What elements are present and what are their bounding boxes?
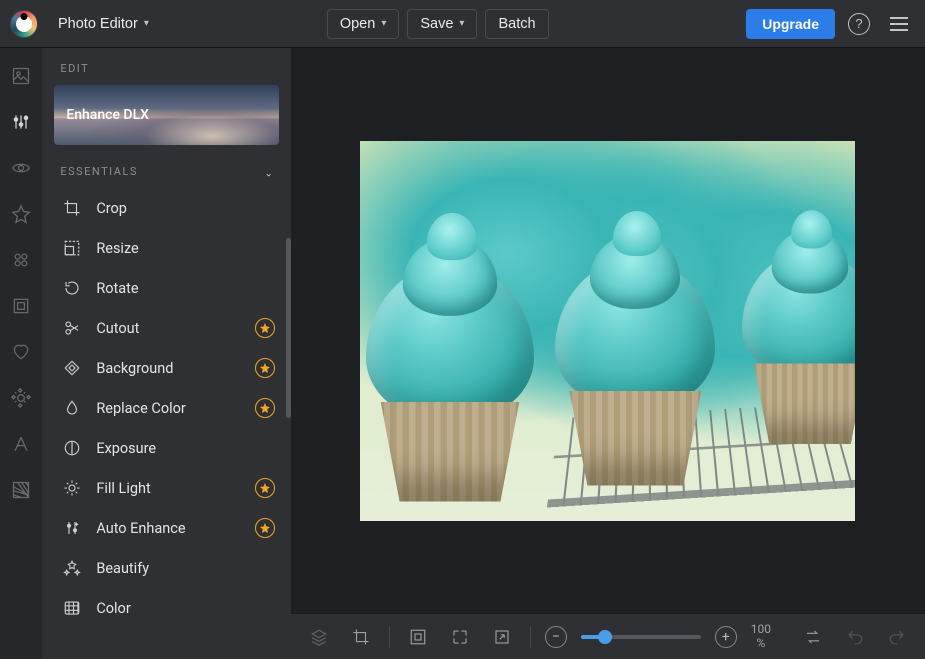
app-logo-icon[interactable] bbox=[10, 10, 38, 38]
rail-graphics-icon[interactable] bbox=[9, 340, 33, 364]
tool-rail bbox=[0, 48, 42, 659]
chevron-down-icon: ▾ bbox=[144, 18, 149, 29]
drop-icon bbox=[62, 398, 82, 418]
rail-text-icon[interactable] bbox=[9, 432, 33, 456]
essentials-tool-list: Crop Resize Rotate Cutout Background Replace … bbox=[42, 186, 290, 630]
help-icon: ? bbox=[848, 13, 870, 35]
tool-exposure[interactable]: Exposure bbox=[48, 428, 284, 468]
expand-icon[interactable] bbox=[488, 623, 516, 651]
zoom-in-button[interactable]: + bbox=[715, 626, 737, 648]
top-bar: Photo Editor ▾ Open ▾ Save ▾ Batch Upgra… bbox=[0, 0, 925, 48]
pro-badge-icon bbox=[255, 398, 275, 418]
batch-label: Batch bbox=[498, 16, 535, 32]
zoom-out-button[interactable]: − bbox=[545, 626, 567, 648]
tool-crop[interactable]: Crop bbox=[48, 188, 284, 228]
upgrade-button[interactable]: Upgrade bbox=[746, 9, 835, 39]
tool-label: Rotate bbox=[96, 280, 138, 297]
zoom-slider[interactable] bbox=[581, 635, 701, 639]
canvas-viewport[interactable] bbox=[291, 48, 925, 613]
background-icon bbox=[62, 358, 82, 378]
beautify-icon bbox=[62, 558, 82, 578]
app-switcher-label: Photo Editor bbox=[58, 16, 138, 32]
resize-icon bbox=[62, 238, 82, 258]
zoom-level-button[interactable]: 100 % bbox=[751, 623, 771, 649]
tool-label: Beautify bbox=[96, 560, 149, 577]
redo-icon[interactable] bbox=[883, 623, 911, 651]
zoom-suffix: % bbox=[756, 637, 765, 650]
upgrade-label: Upgrade bbox=[762, 16, 819, 32]
crop-icon bbox=[62, 198, 82, 218]
tool-label: Background bbox=[96, 360, 173, 377]
save-label: Save bbox=[420, 16, 453, 32]
tool-background[interactable]: Background bbox=[48, 348, 284, 388]
pro-badge-icon bbox=[255, 318, 275, 338]
tool-fill-light[interactable]: Fill Light bbox=[48, 468, 284, 508]
rail-textures-icon[interactable] bbox=[9, 478, 33, 502]
divider bbox=[389, 626, 390, 648]
cutout-icon bbox=[62, 318, 82, 338]
enhance-card-label: Enhance DLX bbox=[66, 107, 149, 123]
fit-screen-icon[interactable] bbox=[404, 623, 432, 651]
rail-image-icon[interactable] bbox=[9, 64, 33, 88]
pro-badge-icon bbox=[255, 518, 275, 538]
exposure-icon bbox=[62, 438, 82, 458]
filllight-icon bbox=[62, 478, 82, 498]
color-icon bbox=[62, 598, 82, 618]
enhance-dlx-card[interactable]: Enhance DLX bbox=[54, 85, 278, 145]
help-button[interactable]: ? bbox=[843, 8, 875, 40]
tool-label: Fill Light bbox=[96, 480, 150, 497]
tool-replace-color[interactable]: Replace Color bbox=[48, 388, 284, 428]
open-label: Open bbox=[340, 16, 375, 32]
tool-auto-enhance[interactable]: Auto Enhance bbox=[48, 508, 284, 548]
rotate-icon bbox=[62, 278, 82, 298]
autoenhance-icon bbox=[62, 518, 82, 538]
zoom-slider-thumb[interactable] bbox=[598, 630, 612, 644]
bottom-toolbar: − + 100 % bbox=[291, 613, 925, 659]
panel-title: EDIT bbox=[42, 48, 290, 85]
tool-color[interactable]: Color bbox=[48, 588, 284, 628]
menu-button[interactable] bbox=[883, 8, 915, 40]
tool-label: Color bbox=[96, 600, 130, 617]
rail-artsy-icon[interactable] bbox=[9, 248, 33, 272]
actual-size-icon[interactable] bbox=[446, 623, 474, 651]
rail-overlays-icon[interactable] bbox=[9, 386, 33, 410]
tool-label: Cutout bbox=[96, 320, 139, 337]
undo-icon[interactable] bbox=[841, 623, 869, 651]
canvas-area: − + 100 % bbox=[291, 48, 925, 659]
hamburger-icon bbox=[890, 17, 908, 31]
chevron-down-icon: ▾ bbox=[381, 18, 386, 29]
rail-star-icon[interactable] bbox=[9, 202, 33, 226]
pro-badge-icon bbox=[255, 358, 275, 378]
save-button[interactable]: Save ▾ bbox=[407, 9, 477, 39]
zoom-value: 100 bbox=[751, 623, 771, 636]
divider bbox=[530, 626, 531, 648]
tool-label: Auto Enhance bbox=[96, 520, 185, 537]
app-switcher-dropdown[interactable]: Photo Editor ▾ bbox=[46, 10, 161, 38]
section-title: ESSENTIALS bbox=[60, 165, 138, 178]
tool-cutout[interactable]: Cutout bbox=[48, 308, 284, 348]
tool-resize[interactable]: Resize bbox=[48, 228, 284, 268]
essentials-section-header[interactable]: ESSENTIALS ⌃ bbox=[42, 157, 290, 186]
tool-label: Replace Color bbox=[96, 400, 185, 417]
batch-button[interactable]: Batch bbox=[485, 9, 548, 39]
pro-badge-icon bbox=[255, 478, 275, 498]
rail-effects-icon[interactable] bbox=[9, 156, 33, 180]
tool-label: Crop bbox=[96, 200, 127, 217]
compare-icon[interactable] bbox=[799, 623, 827, 651]
chevron-down-icon: ▾ bbox=[459, 18, 464, 29]
edit-sidebar: EDIT Enhance DLX ESSENTIALS ⌃ Crop Resize… bbox=[42, 48, 290, 659]
crop-preview-icon[interactable] bbox=[347, 623, 375, 651]
open-button[interactable]: Open ▾ bbox=[327, 9, 400, 39]
photo-preview bbox=[360, 141, 855, 521]
tool-rotate[interactable]: Rotate bbox=[48, 268, 284, 308]
rail-edit-icon[interactable] bbox=[9, 110, 33, 134]
rail-frames-icon[interactable] bbox=[9, 294, 33, 318]
tool-label: Exposure bbox=[96, 440, 156, 457]
tool-label: Resize bbox=[96, 240, 138, 257]
layers-icon[interactable] bbox=[305, 623, 333, 651]
chevron-up-icon: ⌃ bbox=[263, 166, 273, 177]
tool-beautify[interactable]: Beautify bbox=[48, 548, 284, 588]
